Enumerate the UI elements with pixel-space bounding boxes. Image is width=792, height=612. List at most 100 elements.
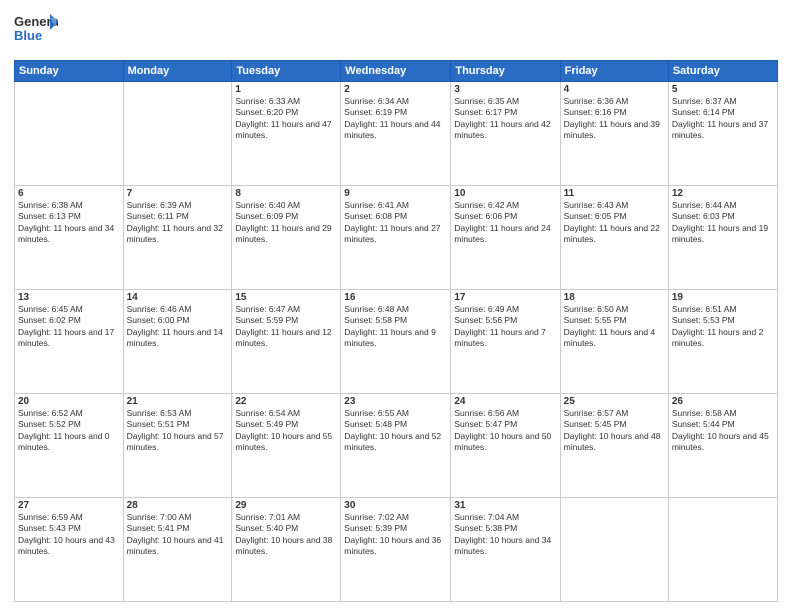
day-number: 9 <box>344 188 447 199</box>
cell-content: Sunrise: 6:48 AMSunset: 5:58 PMDaylight:… <box>344 304 447 350</box>
cell-content: Sunrise: 6:45 AMSunset: 6:02 PMDaylight:… <box>18 304 120 350</box>
table-row: 22 Sunrise: 6:54 AMSunset: 5:49 PMDaylig… <box>232 394 341 498</box>
header: General Blue <box>14 10 778 54</box>
cell-content: Sunrise: 6:43 AMSunset: 6:05 PMDaylight:… <box>564 200 665 246</box>
cell-content: Sunrise: 6:44 AMSunset: 6:03 PMDaylight:… <box>672 200 774 246</box>
cell-content: Sunrise: 6:55 AMSunset: 5:48 PMDaylight:… <box>344 408 447 454</box>
table-row: 25 Sunrise: 6:57 AMSunset: 5:45 PMDaylig… <box>560 394 668 498</box>
day-number: 22 <box>235 396 337 407</box>
table-row <box>123 82 232 186</box>
cell-content: Sunrise: 7:00 AMSunset: 5:41 PMDaylight:… <box>127 512 229 558</box>
cell-content: Sunrise: 6:57 AMSunset: 5:45 PMDaylight:… <box>564 408 665 454</box>
table-row: 27 Sunrise: 6:59 AMSunset: 5:43 PMDaylig… <box>15 498 124 602</box>
table-row: 9 Sunrise: 6:41 AMSunset: 6:08 PMDayligh… <box>341 186 451 290</box>
table-row: 7 Sunrise: 6:39 AMSunset: 6:11 PMDayligh… <box>123 186 232 290</box>
col-sunday: Sunday <box>15 61 124 82</box>
cell-content: Sunrise: 6:49 AMSunset: 5:56 PMDaylight:… <box>454 304 556 350</box>
col-tuesday: Tuesday <box>232 61 341 82</box>
day-number: 10 <box>454 188 556 199</box>
table-row <box>560 498 668 602</box>
table-row: 11 Sunrise: 6:43 AMSunset: 6:05 PMDaylig… <box>560 186 668 290</box>
table-row: 19 Sunrise: 6:51 AMSunset: 5:53 PMDaylig… <box>668 290 777 394</box>
day-number: 13 <box>18 292 120 303</box>
table-row: 17 Sunrise: 6:49 AMSunset: 5:56 PMDaylig… <box>451 290 560 394</box>
table-row <box>668 498 777 602</box>
cell-content: Sunrise: 6:58 AMSunset: 5:44 PMDaylight:… <box>672 408 774 454</box>
table-row: 16 Sunrise: 6:48 AMSunset: 5:58 PMDaylig… <box>341 290 451 394</box>
cell-content: Sunrise: 6:39 AMSunset: 6:11 PMDaylight:… <box>127 200 229 246</box>
day-number: 11 <box>564 188 665 199</box>
table-row: 31 Sunrise: 7:04 AMSunset: 5:38 PMDaylig… <box>451 498 560 602</box>
day-number: 17 <box>454 292 556 303</box>
table-row: 24 Sunrise: 6:56 AMSunset: 5:47 PMDaylig… <box>451 394 560 498</box>
table-row: 6 Sunrise: 6:38 AMSunset: 6:13 PMDayligh… <box>15 186 124 290</box>
cell-content: Sunrise: 6:42 AMSunset: 6:06 PMDaylight:… <box>454 200 556 246</box>
cell-content: Sunrise: 6:37 AMSunset: 6:14 PMDaylight:… <box>672 96 774 142</box>
table-row: 15 Sunrise: 6:47 AMSunset: 5:59 PMDaylig… <box>232 290 341 394</box>
table-row: 28 Sunrise: 7:00 AMSunset: 5:41 PMDaylig… <box>123 498 232 602</box>
table-row: 5 Sunrise: 6:37 AMSunset: 6:14 PMDayligh… <box>668 82 777 186</box>
calendar-week-row: 6 Sunrise: 6:38 AMSunset: 6:13 PMDayligh… <box>15 186 778 290</box>
day-number: 30 <box>344 500 447 511</box>
cell-content: Sunrise: 6:46 AMSunset: 6:00 PMDaylight:… <box>127 304 229 350</box>
day-number: 6 <box>18 188 120 199</box>
svg-text:Blue: Blue <box>14 28 42 43</box>
table-row: 30 Sunrise: 7:02 AMSunset: 5:39 PMDaylig… <box>341 498 451 602</box>
table-row <box>15 82 124 186</box>
day-number: 4 <box>564 84 665 95</box>
day-number: 29 <box>235 500 337 511</box>
cell-content: Sunrise: 6:56 AMSunset: 5:47 PMDaylight:… <box>454 408 556 454</box>
day-number: 2 <box>344 84 447 95</box>
table-row: 14 Sunrise: 6:46 AMSunset: 6:00 PMDaylig… <box>123 290 232 394</box>
cell-content: Sunrise: 6:34 AMSunset: 6:19 PMDaylight:… <box>344 96 447 142</box>
table-row: 26 Sunrise: 6:58 AMSunset: 5:44 PMDaylig… <box>668 394 777 498</box>
logo: General Blue <box>14 10 58 54</box>
cell-content: Sunrise: 6:35 AMSunset: 6:17 PMDaylight:… <box>454 96 556 142</box>
cell-content: Sunrise: 6:53 AMSunset: 5:51 PMDaylight:… <box>127 408 229 454</box>
cell-content: Sunrise: 6:50 AMSunset: 5:55 PMDaylight:… <box>564 304 665 350</box>
day-number: 27 <box>18 500 120 511</box>
cell-content: Sunrise: 6:41 AMSunset: 6:08 PMDaylight:… <box>344 200 447 246</box>
day-number: 12 <box>672 188 774 199</box>
day-number: 16 <box>344 292 447 303</box>
cell-content: Sunrise: 7:02 AMSunset: 5:39 PMDaylight:… <box>344 512 447 558</box>
cell-content: Sunrise: 7:04 AMSunset: 5:38 PMDaylight:… <box>454 512 556 558</box>
calendar-header-row: Sunday Monday Tuesday Wednesday Thursday… <box>15 61 778 82</box>
page: General Blue Sunday Monday Tuesday Wedne… <box>0 0 792 612</box>
cell-content: Sunrise: 6:36 AMSunset: 6:16 PMDaylight:… <box>564 96 665 142</box>
table-row: 29 Sunrise: 7:01 AMSunset: 5:40 PMDaylig… <box>232 498 341 602</box>
col-saturday: Saturday <box>668 61 777 82</box>
calendar-week-row: 13 Sunrise: 6:45 AMSunset: 6:02 PMDaylig… <box>15 290 778 394</box>
cell-content: Sunrise: 6:59 AMSunset: 5:43 PMDaylight:… <box>18 512 120 558</box>
col-friday: Friday <box>560 61 668 82</box>
table-row: 10 Sunrise: 6:42 AMSunset: 6:06 PMDaylig… <box>451 186 560 290</box>
col-monday: Monday <box>123 61 232 82</box>
day-number: 18 <box>564 292 665 303</box>
cell-content: Sunrise: 6:52 AMSunset: 5:52 PMDaylight:… <box>18 408 120 454</box>
cell-content: Sunrise: 6:40 AMSunset: 6:09 PMDaylight:… <box>235 200 337 246</box>
cell-content: Sunrise: 6:33 AMSunset: 6:20 PMDaylight:… <box>235 96 337 142</box>
day-number: 25 <box>564 396 665 407</box>
table-row: 18 Sunrise: 6:50 AMSunset: 5:55 PMDaylig… <box>560 290 668 394</box>
day-number: 7 <box>127 188 229 199</box>
table-row: 4 Sunrise: 6:36 AMSunset: 6:16 PMDayligh… <box>560 82 668 186</box>
cell-content: Sunrise: 7:01 AMSunset: 5:40 PMDaylight:… <box>235 512 337 558</box>
day-number: 3 <box>454 84 556 95</box>
day-number: 20 <box>18 396 120 407</box>
cell-content: Sunrise: 6:38 AMSunset: 6:13 PMDaylight:… <box>18 200 120 246</box>
day-number: 19 <box>672 292 774 303</box>
table-row: 8 Sunrise: 6:40 AMSunset: 6:09 PMDayligh… <box>232 186 341 290</box>
calendar-week-row: 27 Sunrise: 6:59 AMSunset: 5:43 PMDaylig… <box>15 498 778 602</box>
calendar-week-row: 20 Sunrise: 6:52 AMSunset: 5:52 PMDaylig… <box>15 394 778 498</box>
col-wednesday: Wednesday <box>341 61 451 82</box>
day-number: 14 <box>127 292 229 303</box>
table-row: 2 Sunrise: 6:34 AMSunset: 6:19 PMDayligh… <box>341 82 451 186</box>
calendar-table: Sunday Monday Tuesday Wednesday Thursday… <box>14 60 778 602</box>
calendar-week-row: 1 Sunrise: 6:33 AMSunset: 6:20 PMDayligh… <box>15 82 778 186</box>
day-number: 31 <box>454 500 556 511</box>
table-row: 1 Sunrise: 6:33 AMSunset: 6:20 PMDayligh… <box>232 82 341 186</box>
table-row: 13 Sunrise: 6:45 AMSunset: 6:02 PMDaylig… <box>15 290 124 394</box>
col-thursday: Thursday <box>451 61 560 82</box>
day-number: 24 <box>454 396 556 407</box>
day-number: 26 <box>672 396 774 407</box>
